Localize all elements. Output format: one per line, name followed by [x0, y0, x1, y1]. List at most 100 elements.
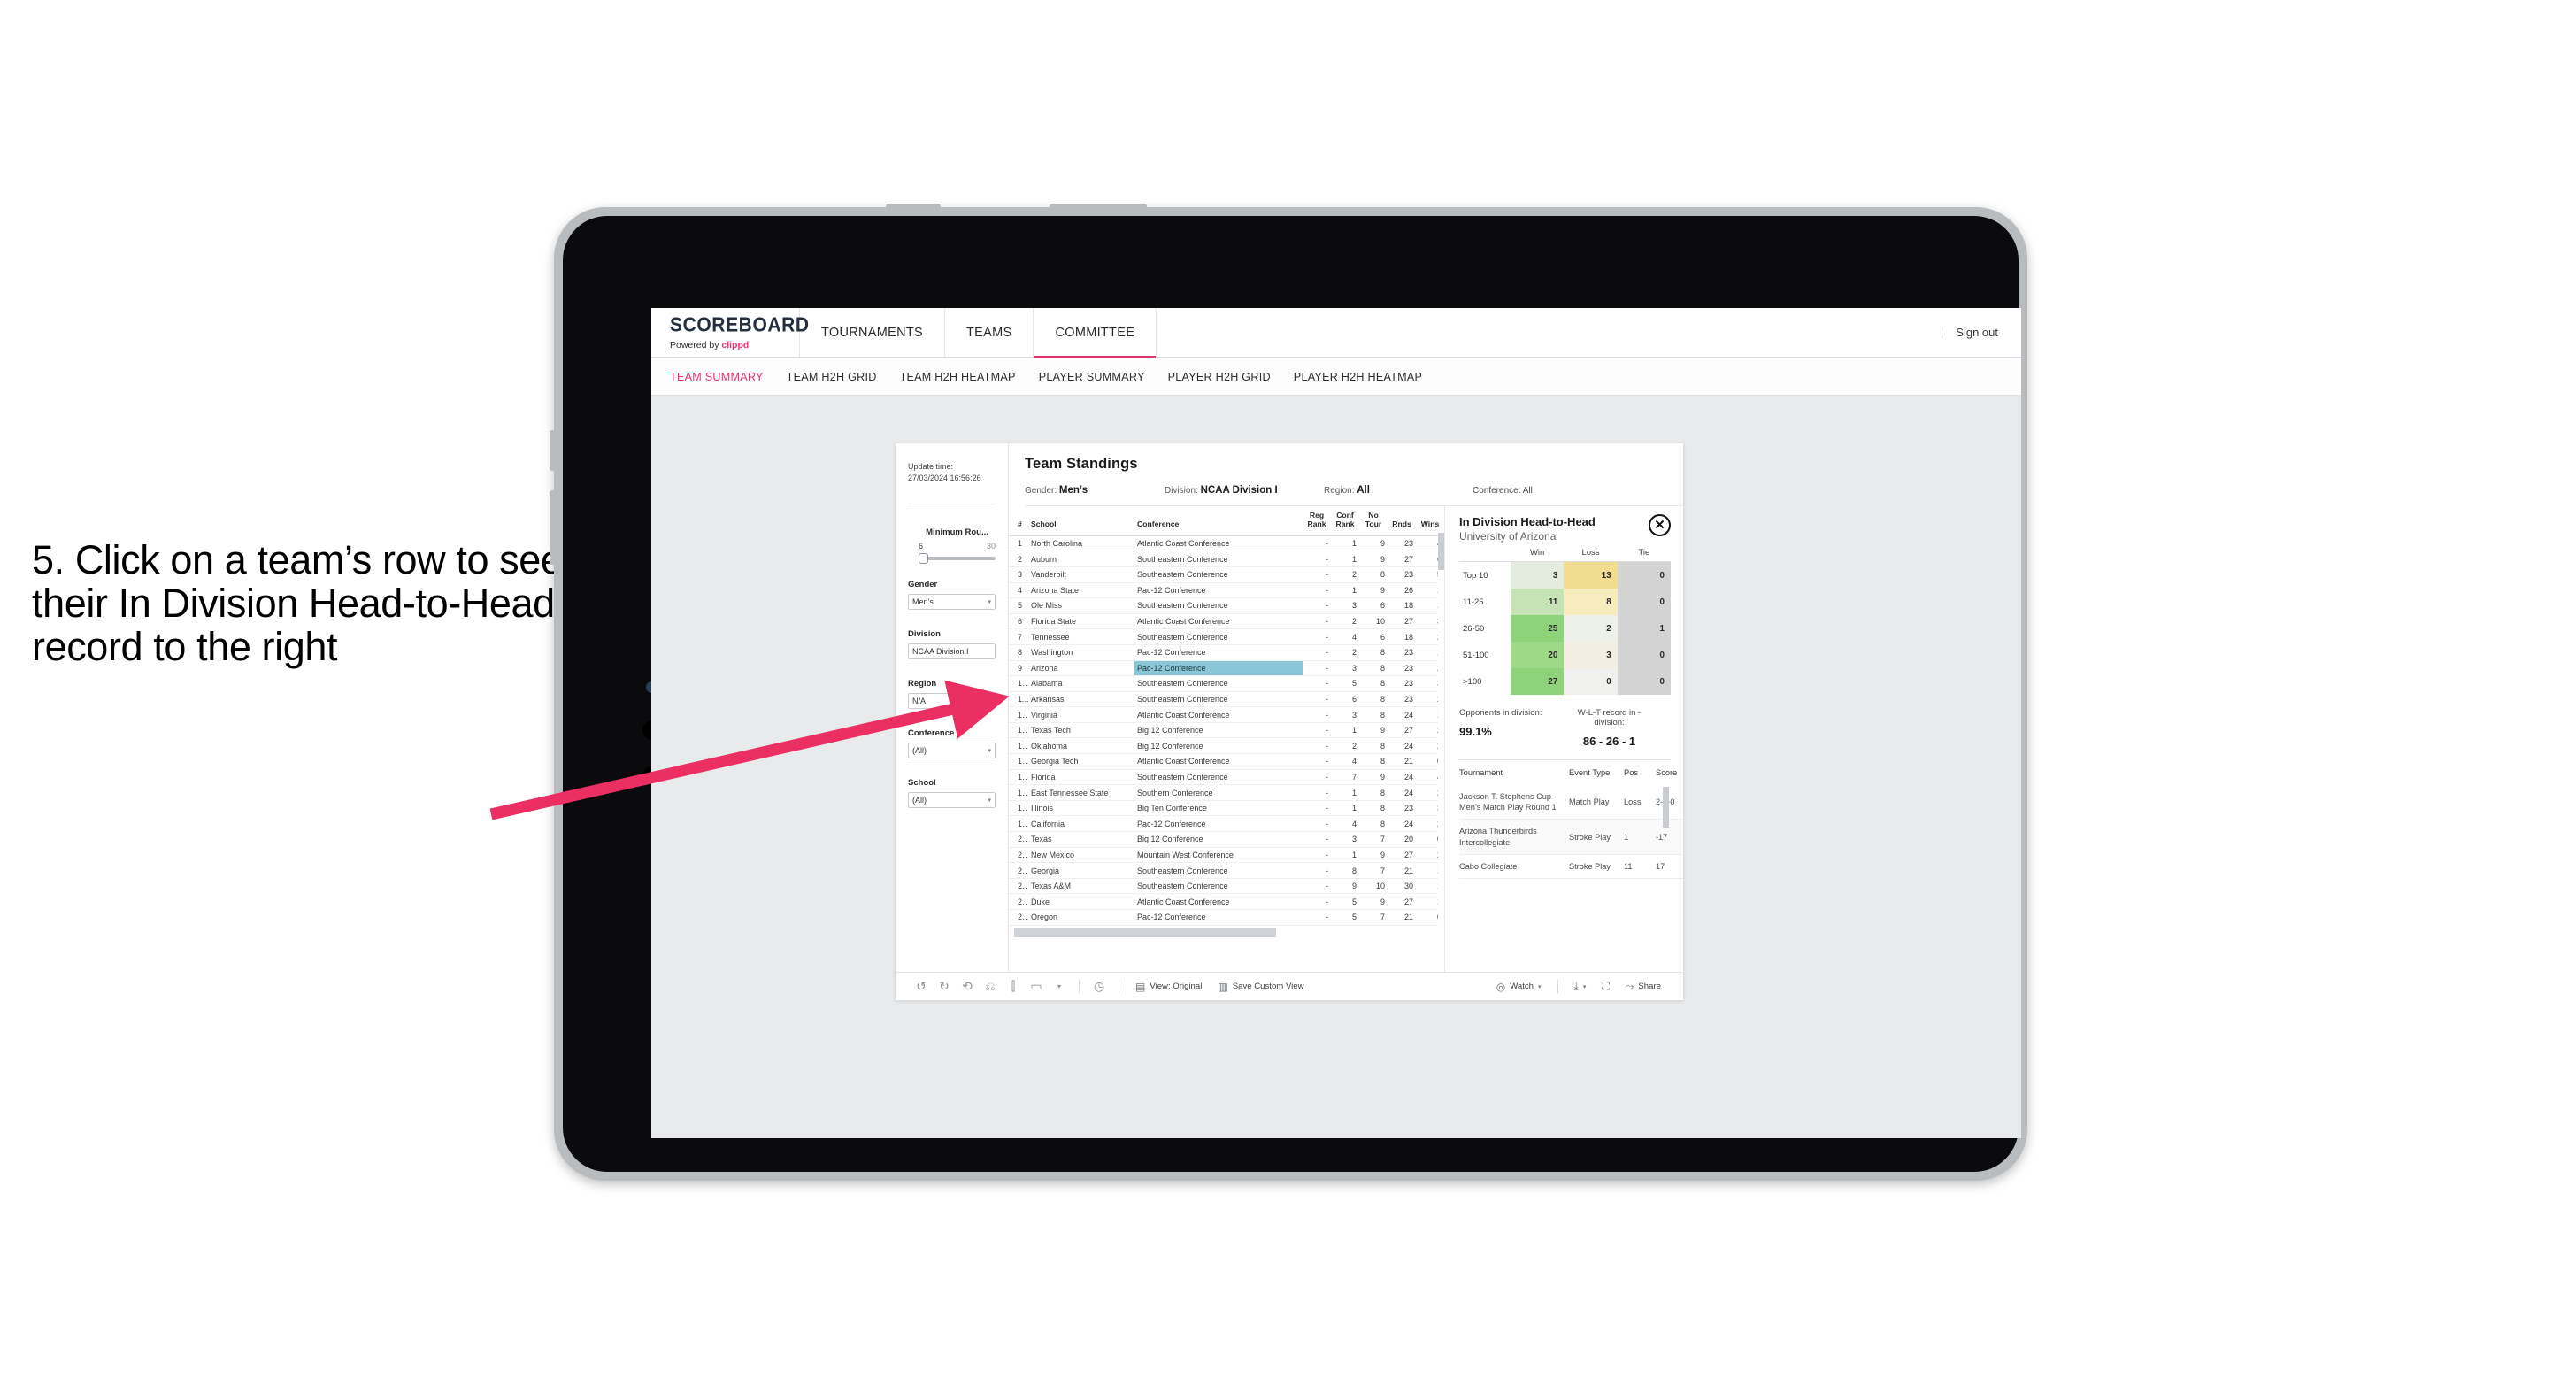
timer-icon[interactable]: ◷ [1088, 975, 1111, 998]
tournament-scrollbar-thumb[interactable] [1663, 787, 1669, 828]
chevron-down-icon[interactable]: ▾ [1048, 975, 1071, 998]
chevron-down-icon: ▾ [988, 797, 991, 805]
minimum-rounds-label: Minimum Rou... [926, 527, 988, 538]
table-row[interactable]: 6 Florida State Atlantic Coast Conference -… [1009, 613, 1444, 630]
filter-gender-select[interactable]: Men’s ▾ [908, 594, 996, 611]
table-row[interactable]: 15 Georgia Tech Atlantic Coast Conference -… [1009, 753, 1444, 770]
fullscreen-button[interactable]: ⛶ [1594, 980, 1617, 993]
chevron-down-icon: ▾ [1538, 983, 1542, 990]
cell-rnds: 23 [1388, 644, 1416, 661]
list-item[interactable]: Arizona Thunderbirds Intercollegiate Stro… [1459, 819, 1683, 855]
table-row[interactable]: 13Texas TechBig 12 Conference-19272 [1009, 722, 1444, 739]
revert-icon[interactable]: ⟲ [956, 975, 979, 998]
standings-scrollbar-thumb[interactable] [1438, 533, 1444, 570]
view-original-button[interactable]: ▤ View: Original [1127, 981, 1210, 993]
tab-team-h2h-grid[interactable]: TEAM H2H GRID [787, 371, 877, 383]
table-row[interactable]: 11ArkansasSoutheastern Conference-68232 [1009, 691, 1444, 708]
cell-conf-rank: 4 [1331, 628, 1359, 645]
cell-rnds: 23 [1388, 675, 1416, 692]
standings-table-wrapper: # School Conference Reg Rank Conf Rank N… [1009, 506, 1444, 972]
list-item[interactable]: Jackson T. Stephens Cup - Men’s Match Pl… [1459, 785, 1683, 820]
table-row[interactable]: 22GeorgiaSoutheastern Conference-87211 [1009, 862, 1444, 879]
nav-item-committee[interactable]: COMMITTEE [1034, 308, 1157, 358]
standings-header: Team Standings Gender: Men’s Division: N… [1009, 443, 1683, 506]
pause-icon[interactable]: ⫿ [1002, 975, 1025, 998]
col-pos[interactable]: Pos [1624, 760, 1656, 785]
close-icon[interactable]: ✕ [1649, 514, 1671, 536]
signout-divider: | [1940, 326, 1944, 339]
cell-rank: 1 [1009, 535, 1028, 552]
col-school[interactable]: School [1028, 506, 1134, 536]
tab-team-summary[interactable]: TEAM SUMMARY [670, 371, 764, 383]
tab-player-h2h-heatmap[interactable]: PLAYER H2H HEATMAP [1294, 371, 1422, 383]
col-conf-rank[interactable]: Conf Rank [1331, 506, 1359, 536]
standings-vertical-scrollbar[interactable] [1438, 533, 1444, 959]
cell-conf-rank: 2 [1331, 644, 1359, 661]
redo-icon[interactable]: ↻ [933, 975, 956, 998]
col-score[interactable]: Score [1656, 760, 1683, 785]
table-row[interactable]: 25OregonPac-12 Conference-57210 [1009, 909, 1444, 926]
tournament-event-type: Stroke Play [1569, 819, 1624, 855]
table-row[interactable]: 14OklahomaBig 12 Conference-28242 [1009, 737, 1444, 755]
download-button[interactable]: ⤓ ▾ [1566, 980, 1595, 993]
table-row[interactable]: 8WashingtonPac-12 Conference-28231 [1009, 644, 1444, 661]
slider-thumb[interactable] [919, 553, 928, 565]
nav-item-tournaments[interactable]: TOURNAMENTS [800, 308, 946, 357]
table-row[interactable]: 17 East Tennessee State Southern Conferenc… [1009, 784, 1444, 801]
table-row[interactable]: 1 North Carolina Atlantic Coast Conference… [1009, 535, 1444, 552]
device-icon[interactable]: ▭ [1025, 975, 1048, 998]
table-row[interactable]: 3VanderbiltSoutheastern Conference-28235 [1009, 566, 1444, 583]
filter-school-select[interactable]: (All) ▾ [908, 792, 996, 809]
table-row[interactable]: 2AuburnSoutheastern Conference-19276 [1009, 551, 1444, 567]
standings-table: # School Conference Reg Rank Conf Rank N… [1009, 506, 1444, 926]
table-row[interactable]: 10AlabamaSoutheastern Conference-58233 [1009, 675, 1444, 692]
table-row[interactable]: 12 Virginia Atlantic Coast Conference -3 8 24… [1009, 706, 1444, 723]
standings-hscrollbar-thumb[interactable] [1014, 927, 1276, 937]
table-row[interactable]: 16FloridaSoutheastern Conference-79244 [1009, 769, 1444, 786]
cell-rnds: 23 [1388, 800, 1416, 817]
table-row[interactable]: 5Ole MissSoutheastern Conference-36181 [1009, 597, 1444, 614]
col-event-type[interactable]: Event Type [1569, 760, 1624, 785]
watch-button[interactable]: ◎ Watch ▾ [1488, 981, 1549, 993]
table-row[interactable]: 7TennesseeSoutheastern Conference-46182 [1009, 628, 1444, 645]
page-title: Team Standings [1025, 456, 1138, 472]
slider-track[interactable] [919, 553, 996, 565]
signout-link[interactable]: Sign out [1956, 326, 1998, 339]
table-row[interactable]: 20TexasBig 12 Conference-37200 [1009, 831, 1444, 848]
table-row[interactable]: 18IllinoisBig Ten Conference-18233 [1009, 800, 1444, 817]
h2h-corner [1459, 548, 1511, 562]
list-item[interactable]: Cabo Collegiate Stroke Play 11 17 [1459, 854, 1683, 880]
col-reg-rank[interactable]: Reg Rank [1303, 506, 1331, 536]
cell-reg-rank: - [1303, 909, 1331, 926]
filter-conference-select[interactable]: (All) ▾ [908, 743, 996, 759]
tournament-pos: 1 [1624, 819, 1656, 855]
nav-item-teams[interactable]: TEAMS [945, 308, 1034, 357]
col-rank[interactable]: # [1009, 506, 1028, 536]
table-row[interactable]: 23 Texas A&M Southeastern Conference -9 10 30… [1009, 878, 1444, 895]
cell-school: Vanderbilt [1028, 566, 1134, 583]
cell-no-tour: 8 [1359, 815, 1388, 833]
share-button[interactable]: ⤳ Share [1618, 980, 1669, 993]
col-wins[interactable]: Wins [1416, 506, 1444, 536]
tab-team-h2h-heatmap[interactable]: TEAM H2H HEATMAP [900, 371, 1016, 383]
table-row[interactable]: 9ArizonaPac-12 Conference-38232 [1009, 660, 1444, 677]
filter-region-select[interactable]: N/A ▾ [908, 693, 996, 710]
standings-horizontal-scrollbar[interactable] [1009, 927, 1444, 937]
table-row[interactable]: 24DukeAtlantic Coast Conference-59271 [1009, 893, 1444, 910]
filter-division-select[interactable]: NCAA Division I [908, 643, 996, 660]
col-rnds[interactable]: Rnds [1388, 506, 1416, 536]
col-conference[interactable]: Conference [1134, 506, 1303, 536]
save-custom-view-button[interactable]: ▥ Save Custom View [1210, 981, 1311, 993]
tab-player-summary[interactable]: PLAYER SUMMARY [1039, 371, 1145, 383]
col-tournament[interactable]: Tournament [1459, 760, 1569, 785]
brand-logo[interactable]: SCOREBOARD Powered by clippd [651, 308, 809, 357]
cell-conference: Big 12 Conference [1134, 737, 1303, 755]
col-no-tour[interactable]: No Tour [1359, 506, 1388, 536]
tab-player-h2h-grid[interactable]: PLAYER H2H GRID [1168, 371, 1271, 383]
undo-icon[interactable]: ↺ [910, 975, 933, 998]
table-row[interactable]: 4Arizona StatePac-12 Conference-19261 [1009, 582, 1444, 599]
table-row[interactable]: 19CaliforniaPac-12 Conference-48242 [1009, 815, 1444, 833]
cell-no-tour: 9 [1359, 847, 1388, 864]
refresh-data-icon[interactable]: ⎌ [979, 975, 1002, 998]
table-row[interactable]: 21 New Mexico Mountain West Conference -1 9 2… [1009, 847, 1444, 864]
